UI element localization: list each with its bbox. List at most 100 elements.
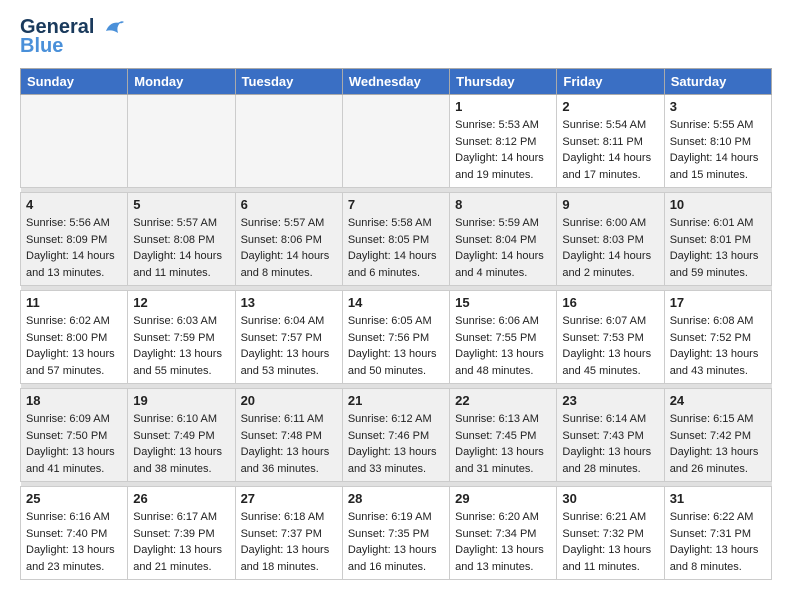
- day-info: Sunrise: 5:54 AMSunset: 8:11 PMDaylight:…: [562, 117, 658, 183]
- calendar-week-row: 1 Sunrise: 5:53 AMSunset: 8:12 PMDaylight…: [21, 95, 772, 188]
- calendar-cell: 30 Sunrise: 6:21 AMSunset: 7:32 PMDayligh…: [557, 487, 664, 580]
- day-number: 5: [133, 197, 229, 212]
- calendar-cell: 22 Sunrise: 6:13 AMSunset: 7:45 PMDayligh…: [450, 389, 557, 482]
- day-info: Sunrise: 6:01 AMSunset: 8:01 PMDaylight:…: [670, 215, 766, 281]
- day-number: 21: [348, 393, 444, 408]
- day-info: Sunrise: 5:59 AMSunset: 8:04 PMDaylight:…: [455, 215, 551, 281]
- day-info: Sunrise: 6:22 AMSunset: 7:31 PMDaylight:…: [670, 509, 766, 575]
- calendar-weekday-header: Sunday: [21, 69, 128, 95]
- day-number: 11: [26, 295, 122, 310]
- calendar-weekday-header: Wednesday: [342, 69, 449, 95]
- day-info: Sunrise: 6:07 AMSunset: 7:53 PMDaylight:…: [562, 313, 658, 379]
- day-info: Sunrise: 6:20 AMSunset: 7:34 PMDaylight:…: [455, 509, 551, 575]
- day-number: 2: [562, 99, 658, 114]
- day-info: Sunrise: 6:10 AMSunset: 7:49 PMDaylight:…: [133, 411, 229, 477]
- day-number: 28: [348, 491, 444, 506]
- day-info: Sunrise: 5:58 AMSunset: 8:05 PMDaylight:…: [348, 215, 444, 281]
- day-number: 26: [133, 491, 229, 506]
- logo: General Blue: [20, 16, 124, 58]
- day-number: 24: [670, 393, 766, 408]
- calendar-cell: 20 Sunrise: 6:11 AMSunset: 7:48 PMDayligh…: [235, 389, 342, 482]
- calendar-cell: 16 Sunrise: 6:07 AMSunset: 7:53 PMDayligh…: [557, 291, 664, 384]
- calendar-cell: 17Sunrise: 6:08 AMSunset: 7:52 PMDayligh…: [664, 291, 771, 384]
- calendar-cell: 15 Sunrise: 6:06 AMSunset: 7:55 PMDayligh…: [450, 291, 557, 384]
- day-info: Sunrise: 5:53 AMSunset: 8:12 PMDaylight:…: [455, 117, 551, 183]
- day-info: Sunrise: 5:55 AMSunset: 8:10 PMDaylight:…: [670, 117, 766, 183]
- day-number: 27: [241, 491, 337, 506]
- calendar-cell: 8 Sunrise: 5:59 AMSunset: 8:04 PMDaylight…: [450, 193, 557, 286]
- day-info: Sunrise: 6:15 AMSunset: 7:42 PMDaylight:…: [670, 411, 766, 477]
- calendar-cell: [342, 95, 449, 188]
- calendar-cell: [235, 95, 342, 188]
- day-number: 18: [26, 393, 122, 408]
- day-number: 1: [455, 99, 551, 114]
- calendar-table: SundayMondayTuesdayWednesdayThursdayFrid…: [20, 68, 772, 580]
- calendar-cell: 11 Sunrise: 6:02 AMSunset: 8:00 PMDayligh…: [21, 291, 128, 384]
- day-number: 25: [26, 491, 122, 506]
- day-info: Sunrise: 6:14 AMSunset: 7:43 PMDaylight:…: [562, 411, 658, 477]
- calendar-weekday-header: Thursday: [450, 69, 557, 95]
- day-number: 30: [562, 491, 658, 506]
- day-info: Sunrise: 5:57 AMSunset: 8:08 PMDaylight:…: [133, 215, 229, 281]
- day-number: 4: [26, 197, 122, 212]
- calendar-cell: 4 Sunrise: 5:56 AMSunset: 8:09 PMDaylight…: [21, 193, 128, 286]
- calendar-cell: 31Sunrise: 6:22 AMSunset: 7:31 PMDayligh…: [664, 487, 771, 580]
- day-number: 7: [348, 197, 444, 212]
- day-number: 20: [241, 393, 337, 408]
- day-number: 6: [241, 197, 337, 212]
- calendar-cell: 18Sunrise: 6:09 AMSunset: 7:50 PMDayligh…: [21, 389, 128, 482]
- day-info: Sunrise: 6:04 AMSunset: 7:57 PMDaylight:…: [241, 313, 337, 379]
- calendar-weekday-header: Friday: [557, 69, 664, 95]
- day-info: Sunrise: 6:06 AMSunset: 7:55 PMDaylight:…: [455, 313, 551, 379]
- calendar-cell: 7 Sunrise: 5:58 AMSunset: 8:05 PMDaylight…: [342, 193, 449, 286]
- day-info: Sunrise: 5:56 AMSunset: 8:09 PMDaylight:…: [26, 215, 122, 281]
- page-header: General Blue: [20, 16, 772, 58]
- day-info: Sunrise: 6:16 AMSunset: 7:40 PMDaylight:…: [26, 509, 122, 575]
- calendar-cell: 12 Sunrise: 6:03 AMSunset: 7:59 PMDayligh…: [128, 291, 235, 384]
- day-number: 3: [670, 99, 766, 114]
- day-number: 22: [455, 393, 551, 408]
- calendar-cell: 13Sunrise: 6:04 AMSunset: 7:57 PMDayligh…: [235, 291, 342, 384]
- calendar-cell: 2 Sunrise: 5:54 AMSunset: 8:11 PMDaylight…: [557, 95, 664, 188]
- day-number: 9: [562, 197, 658, 212]
- calendar-weekday-header: Tuesday: [235, 69, 342, 95]
- day-number: 19: [133, 393, 229, 408]
- day-info: Sunrise: 6:18 AMSunset: 7:37 PMDaylight:…: [241, 509, 337, 575]
- calendar-header-row: SundayMondayTuesdayWednesdayThursdayFrid…: [21, 69, 772, 95]
- day-info: Sunrise: 6:02 AMSunset: 8:00 PMDaylight:…: [26, 313, 122, 379]
- day-info: Sunrise: 6:17 AMSunset: 7:39 PMDaylight:…: [133, 509, 229, 575]
- day-info: Sunrise: 6:19 AMSunset: 7:35 PMDaylight:…: [348, 509, 444, 575]
- calendar-week-row: 25 Sunrise: 6:16 AMSunset: 7:40 PMDayligh…: [21, 487, 772, 580]
- day-number: 14: [348, 295, 444, 310]
- calendar-cell: 5 Sunrise: 5:57 AMSunset: 8:08 PMDaylight…: [128, 193, 235, 286]
- calendar-cell: 23 Sunrise: 6:14 AMSunset: 7:43 PMDayligh…: [557, 389, 664, 482]
- calendar-cell: 26 Sunrise: 6:17 AMSunset: 7:39 PMDayligh…: [128, 487, 235, 580]
- calendar-week-row: 18Sunrise: 6:09 AMSunset: 7:50 PMDayligh…: [21, 389, 772, 482]
- day-number: 17: [670, 295, 766, 310]
- day-number: 23: [562, 393, 658, 408]
- calendar-cell: 24 Sunrise: 6:15 AMSunset: 7:42 PMDayligh…: [664, 389, 771, 482]
- calendar-cell: 14Sunrise: 6:05 AMSunset: 7:56 PMDayligh…: [342, 291, 449, 384]
- day-number: 16: [562, 295, 658, 310]
- day-number: 15: [455, 295, 551, 310]
- calendar-cell: 1 Sunrise: 5:53 AMSunset: 8:12 PMDaylight…: [450, 95, 557, 188]
- calendar-cell: [128, 95, 235, 188]
- day-number: 8: [455, 197, 551, 212]
- day-info: Sunrise: 6:11 AMSunset: 7:48 PMDaylight:…: [241, 411, 337, 477]
- day-number: 12: [133, 295, 229, 310]
- logo-blue: Blue: [20, 35, 63, 58]
- day-info: Sunrise: 6:03 AMSunset: 7:59 PMDaylight:…: [133, 313, 229, 379]
- page-container: General Blue SundayMondayTuesdayWednesda…: [0, 0, 792, 596]
- calendar-cell: 19 Sunrise: 6:10 AMSunset: 7:49 PMDayligh…: [128, 389, 235, 482]
- day-info: Sunrise: 6:13 AMSunset: 7:45 PMDaylight:…: [455, 411, 551, 477]
- calendar-cell: 21Sunrise: 6:12 AMSunset: 7:46 PMDayligh…: [342, 389, 449, 482]
- day-info: Sunrise: 6:21 AMSunset: 7:32 PMDaylight:…: [562, 509, 658, 575]
- calendar-cell: 29 Sunrise: 6:20 AMSunset: 7:34 PMDayligh…: [450, 487, 557, 580]
- day-info: Sunrise: 6:00 AMSunset: 8:03 PMDaylight:…: [562, 215, 658, 281]
- day-number: 10: [670, 197, 766, 212]
- day-number: 29: [455, 491, 551, 506]
- calendar-cell: 9 Sunrise: 6:00 AMSunset: 8:03 PMDaylight…: [557, 193, 664, 286]
- calendar-cell: 27 Sunrise: 6:18 AMSunset: 7:37 PMDayligh…: [235, 487, 342, 580]
- day-info: Sunrise: 5:57 AMSunset: 8:06 PMDaylight:…: [241, 215, 337, 281]
- calendar-weekday-header: Saturday: [664, 69, 771, 95]
